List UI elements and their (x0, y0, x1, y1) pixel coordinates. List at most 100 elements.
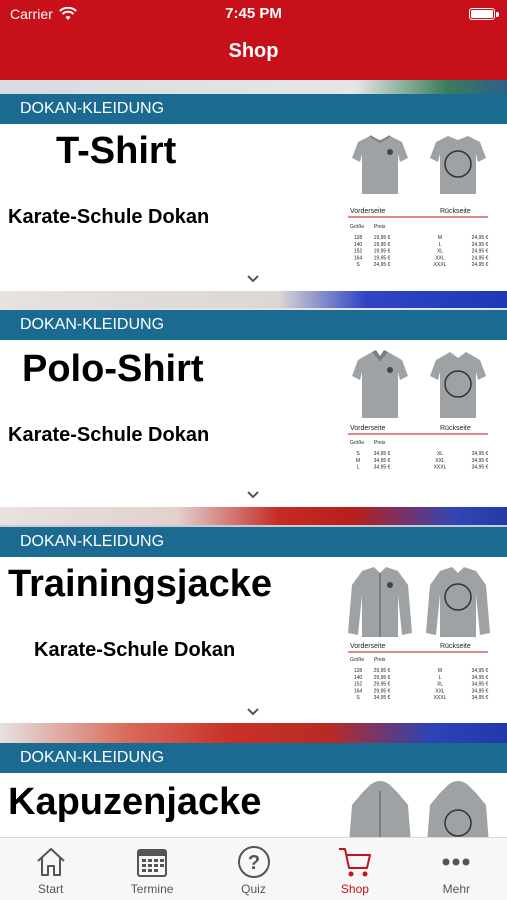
card-body: T-Shirt Karate-Schule Dokan Vorderseite … (0, 124, 507, 291)
price-cell: 34,95 € (472, 668, 489, 674)
back-label: Rückseite (440, 643, 471, 650)
background-band (0, 723, 507, 743)
size-cell: XL (437, 249, 443, 255)
size-cell: XXL (435, 255, 445, 261)
price-table: Größe Preis S 34,95 € M 34,95 € L 34,95 € XL 34,9… (350, 440, 489, 471)
product-card-polo[interactable]: DOKAN-KLEIDUNG Polo-Shirt Karate-Schule … (0, 310, 507, 507)
size-cell: XXXL (434, 262, 447, 268)
price-cell: 24,95 € (472, 242, 489, 248)
product-image: Vorderseite Rückseite Größe Preis 128 19,95… (348, 135, 489, 268)
price-cell: 24,95 € (472, 262, 489, 268)
back-label: Rückseite (440, 425, 471, 432)
size-cell: L (439, 242, 442, 248)
calendar-icon (137, 849, 168, 877)
battery-icon (469, 8, 495, 20)
size-cell: XXXL (434, 465, 447, 471)
tab-shop[interactable]: Shop (304, 838, 405, 900)
size-cell: S (356, 451, 360, 457)
card-category-label: DOKAN-KLEIDUNG (0, 743, 507, 773)
front-label: Vorderseite (350, 208, 386, 215)
card-category-label: DOKAN-KLEIDUNG (0, 310, 507, 340)
cart-icon (338, 848, 371, 877)
question-circle-icon: ? (237, 846, 270, 878)
back-label: Rückseite (440, 208, 471, 215)
status-bar: Carrier 7:45 PM (0, 0, 507, 30)
product-card-trainingsjacke[interactable]: DOKAN-KLEIDUNG Trainingsjacke Karate-Sch… (0, 527, 507, 723)
tab-label: Shop (340, 882, 369, 896)
price-table: Größe Preis 128 19,95 € 140 19,95 € 152 19,95 €… (350, 224, 489, 268)
size-cell: 128 (354, 235, 363, 241)
product-image: Vorderseite Rückseite Größe Preis 128 29,95… (348, 567, 490, 701)
size-cell: 128 (354, 668, 363, 674)
product-card-kapuzenjacke[interactable]: DOKAN-KLEIDUNG Kapuzenjacke (0, 743, 507, 837)
card-title: T-Shirt (56, 130, 177, 172)
size-cell: XXL (435, 458, 445, 464)
front-label: Vorderseite (350, 425, 386, 432)
size-cell: 152 (354, 249, 363, 255)
front-label: Vorderseite (350, 643, 386, 650)
tab-label: Mehr (442, 882, 470, 896)
app-header: Carrier 7:45 PM Shop (0, 0, 507, 80)
price-cell: 29,95 € (374, 675, 391, 681)
price-cell: 19,95 € (374, 235, 391, 241)
price-header-price: Preis (374, 224, 386, 230)
product-card-tshirt[interactable]: DOKAN-KLEIDUNG T-Shirt Karate-Schule Dok… (0, 94, 507, 291)
card-subtitle: Karate-Schule Dokan (34, 639, 236, 661)
svg-text:?: ? (247, 852, 259, 874)
size-cell: XL (437, 682, 443, 688)
page-title: Shop (228, 40, 279, 62)
background-band (0, 80, 507, 94)
price-cell: 19,95 € (374, 255, 391, 261)
price-header-size: Größe (350, 224, 364, 230)
price-cell: 34,95 € (472, 675, 489, 681)
card-title: Kapuzenjacke (8, 781, 262, 823)
size-cell: M (438, 235, 442, 241)
tab-label: Start (38, 882, 64, 896)
price-cell: 29,95 € (374, 668, 391, 674)
card-subtitle: Karate-Schule Dokan (8, 424, 210, 446)
size-cell: XXL (435, 688, 445, 694)
chevron-down-icon[interactable] (246, 274, 260, 284)
card-subtitle: Karate-Schule Dokan (8, 206, 210, 228)
price-cell: 19,95 € (374, 242, 391, 248)
card-body: Trainingsjacke Karate-Schule Dokan Vorde… (0, 557, 507, 723)
price-header-price: Preis (374, 657, 386, 663)
card-title: Polo-Shirt (22, 348, 204, 390)
background-band (0, 507, 507, 525)
price-header-size: Größe (350, 440, 364, 446)
battery-tip (496, 12, 499, 17)
card-category-label: DOKAN-KLEIDUNG (0, 527, 507, 557)
price-cell: 34,95 € (472, 465, 489, 471)
price-cell: 24,95 € (472, 235, 489, 241)
status-time: 7:45 PM (225, 5, 282, 22)
price-cell: 29,95 € (374, 682, 391, 688)
price-cell: 34,95 € (374, 465, 391, 471)
more-dots-icon (442, 858, 470, 866)
background-band (0, 290, 507, 308)
tab-start[interactable]: Start (0, 838, 101, 900)
chevron-down-icon[interactable] (246, 490, 260, 500)
size-cell: 140 (354, 242, 363, 248)
price-header-price: Preis (374, 440, 386, 446)
tab-mehr[interactable]: Mehr (406, 838, 507, 900)
tab-bar: Start Termine ? Quiz Shop Mehr (0, 837, 507, 900)
card-title: Trainingsjacke (8, 563, 273, 605)
price-cell: 29,95 € (374, 688, 391, 694)
product-image: Vorderseite Rückseite Größe Preis S 34,95 €… (348, 350, 489, 471)
house-icon (37, 848, 65, 876)
price-cell: 24,95 € (472, 255, 489, 261)
size-cell: S (356, 695, 360, 701)
tab-quiz[interactable]: ? Quiz (203, 838, 304, 900)
tab-termine[interactable]: Termine (101, 838, 202, 900)
chevron-down-icon[interactable] (246, 707, 260, 717)
size-cell: XL (437, 451, 443, 457)
size-cell: 152 (354, 682, 363, 688)
shop-feed[interactable]: DOKAN-KLEIDUNG T-Shirt Karate-Schule Dok… (0, 80, 507, 837)
product-image (349, 781, 489, 837)
price-cell: 34,95 € (374, 458, 391, 464)
price-cell: 24,95 € (472, 249, 489, 255)
size-cell: M (438, 668, 442, 674)
size-cell: 164 (354, 688, 363, 694)
size-cell: XXXL (434, 695, 447, 701)
size-cell: L (357, 465, 360, 471)
